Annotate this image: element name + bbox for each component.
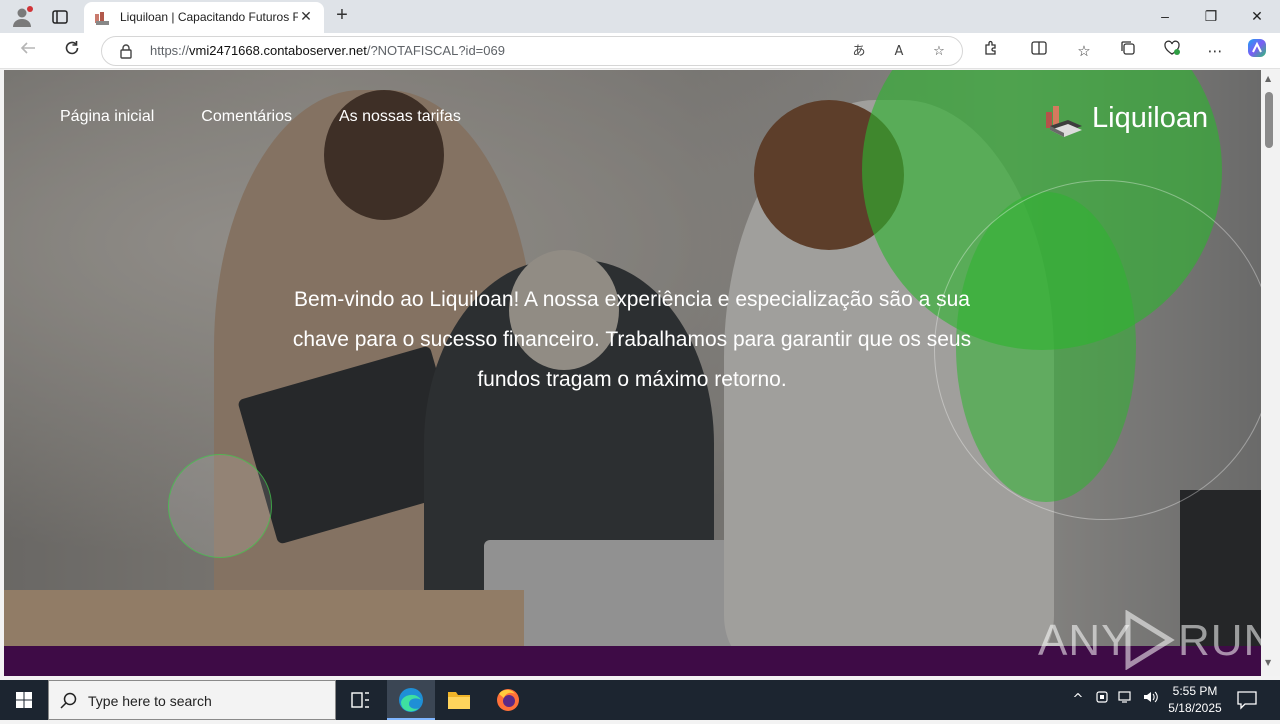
show-hidden-icons-chevron-icon[interactable]: ^ [1068, 690, 1088, 710]
volume-icon[interactable] [1140, 690, 1160, 710]
lock-icon[interactable] [118, 43, 134, 59]
page-viewport: Página inicial Comentários As nossas tar… [4, 70, 1261, 676]
browser-toolbar: https://vmi2471668.contaboserver.net/?NO… [0, 33, 1280, 69]
close-window-button[interactable]: ✕ [1234, 0, 1280, 33]
scrollbar-thumb[interactable] [1265, 92, 1273, 148]
more-menu-icon[interactable]: ⋯ [1201, 37, 1229, 65]
favorite-star-icon[interactable]: ☆ [928, 41, 950, 63]
tab-close-button[interactable]: ✕ [296, 7, 316, 27]
tab-title: Liquiloan | Capacitando Futuros F [120, 10, 298, 24]
liquiloan-favicon-icon [95, 12, 109, 25]
scroll-up-arrow-icon[interactable]: ▲ [1265, 74, 1271, 83]
back-button[interactable] [14, 37, 42, 65]
search-placeholder: Type here to search [88, 693, 212, 709]
taskbar-search-box[interactable]: Type here to search [48, 680, 336, 720]
maximize-button[interactable]: ❐ [1188, 0, 1234, 33]
nav-link-home[interactable]: Página inicial [60, 108, 154, 126]
taskbar-app-edge[interactable] [387, 680, 435, 720]
windows-taskbar: Type here to search ^ 5:55 PM 5/18/2025 [0, 680, 1280, 720]
profile-icon[interactable] [9, 4, 35, 30]
tab-actions-icon[interactable] [47, 4, 73, 30]
refresh-button[interactable] [58, 37, 86, 65]
taskbar-app-firefox[interactable] [484, 680, 532, 720]
minimize-button[interactable]: – [1142, 0, 1188, 33]
extensions-icon[interactable] [977, 37, 1005, 65]
translate-icon[interactable]: あ [848, 41, 870, 63]
anyrun-watermark: ANY RUN [1038, 608, 1261, 672]
address-bar[interactable]: https://vmi2471668.contaboserver.net/?NO… [101, 36, 963, 66]
liquiloan-logo-icon [1046, 106, 1082, 137]
active-tab[interactable]: Liquiloan | Capacitando Futuros F ✕ [84, 2, 324, 33]
copilot-icon[interactable] [1243, 37, 1271, 65]
clock-time: 5:55 PM [1172, 684, 1218, 698]
hero-section: Página inicial Comentários As nossas tar… [4, 70, 1261, 646]
scroll-down-arrow-icon[interactable]: ▼ [1265, 658, 1271, 667]
browser-essentials-icon[interactable] [1158, 37, 1186, 65]
edge-icon [399, 688, 423, 712]
decor-ring-left [168, 454, 272, 558]
task-view-icon [351, 692, 369, 708]
hero-headline: Bem-vindo ao Liquiloan! A nossa experiên… [292, 288, 972, 391]
browser-title-bar: Liquiloan | Capacitando Futuros F ✕ + – … [0, 0, 1280, 33]
site-nav: Página inicial Comentários As nossas tar… [60, 108, 461, 126]
url-text[interactable]: https://vmi2471668.contaboserver.net/?NO… [150, 43, 505, 58]
start-button[interactable] [0, 680, 48, 720]
site-logo[interactable]: Liquiloan [1044, 100, 1214, 140]
logo-text: Liquiloan [1092, 102, 1209, 134]
security-shield-icon[interactable] [1092, 690, 1112, 710]
clock-date: 5/18/2025 [1168, 701, 1222, 715]
taskbar-app-file-explorer[interactable] [435, 680, 483, 720]
folder-icon [448, 692, 470, 709]
anyrun-play-icon [1125, 610, 1175, 670]
favorites-icon[interactable]: ☆ [1070, 37, 1098, 65]
windows-logo-icon [16, 692, 32, 708]
page-scrollbar[interactable]: ▲ ▼ [1261, 70, 1280, 676]
notification-center-icon[interactable] [1236, 690, 1258, 710]
nav-link-comments[interactable]: Comentários [201, 108, 292, 126]
taskbar-clock[interactable]: 5:55 PM 5/18/2025 [1162, 683, 1228, 717]
watermark-text-left: ANY [1038, 616, 1132, 665]
watermark-text-right: RUN [1178, 616, 1261, 665]
split-screen-icon[interactable] [1025, 37, 1053, 65]
nav-link-rates[interactable]: As nossas tarifas [339, 108, 461, 126]
new-tab-button[interactable]: + [330, 4, 354, 28]
collections-icon[interactable] [1114, 37, 1142, 65]
read-aloud-icon[interactable]: A [888, 41, 910, 63]
search-icon [60, 692, 77, 709]
task-view-button[interactable] [336, 680, 384, 720]
network-icon[interactable] [1116, 690, 1136, 710]
firefox-icon [497, 689, 519, 711]
